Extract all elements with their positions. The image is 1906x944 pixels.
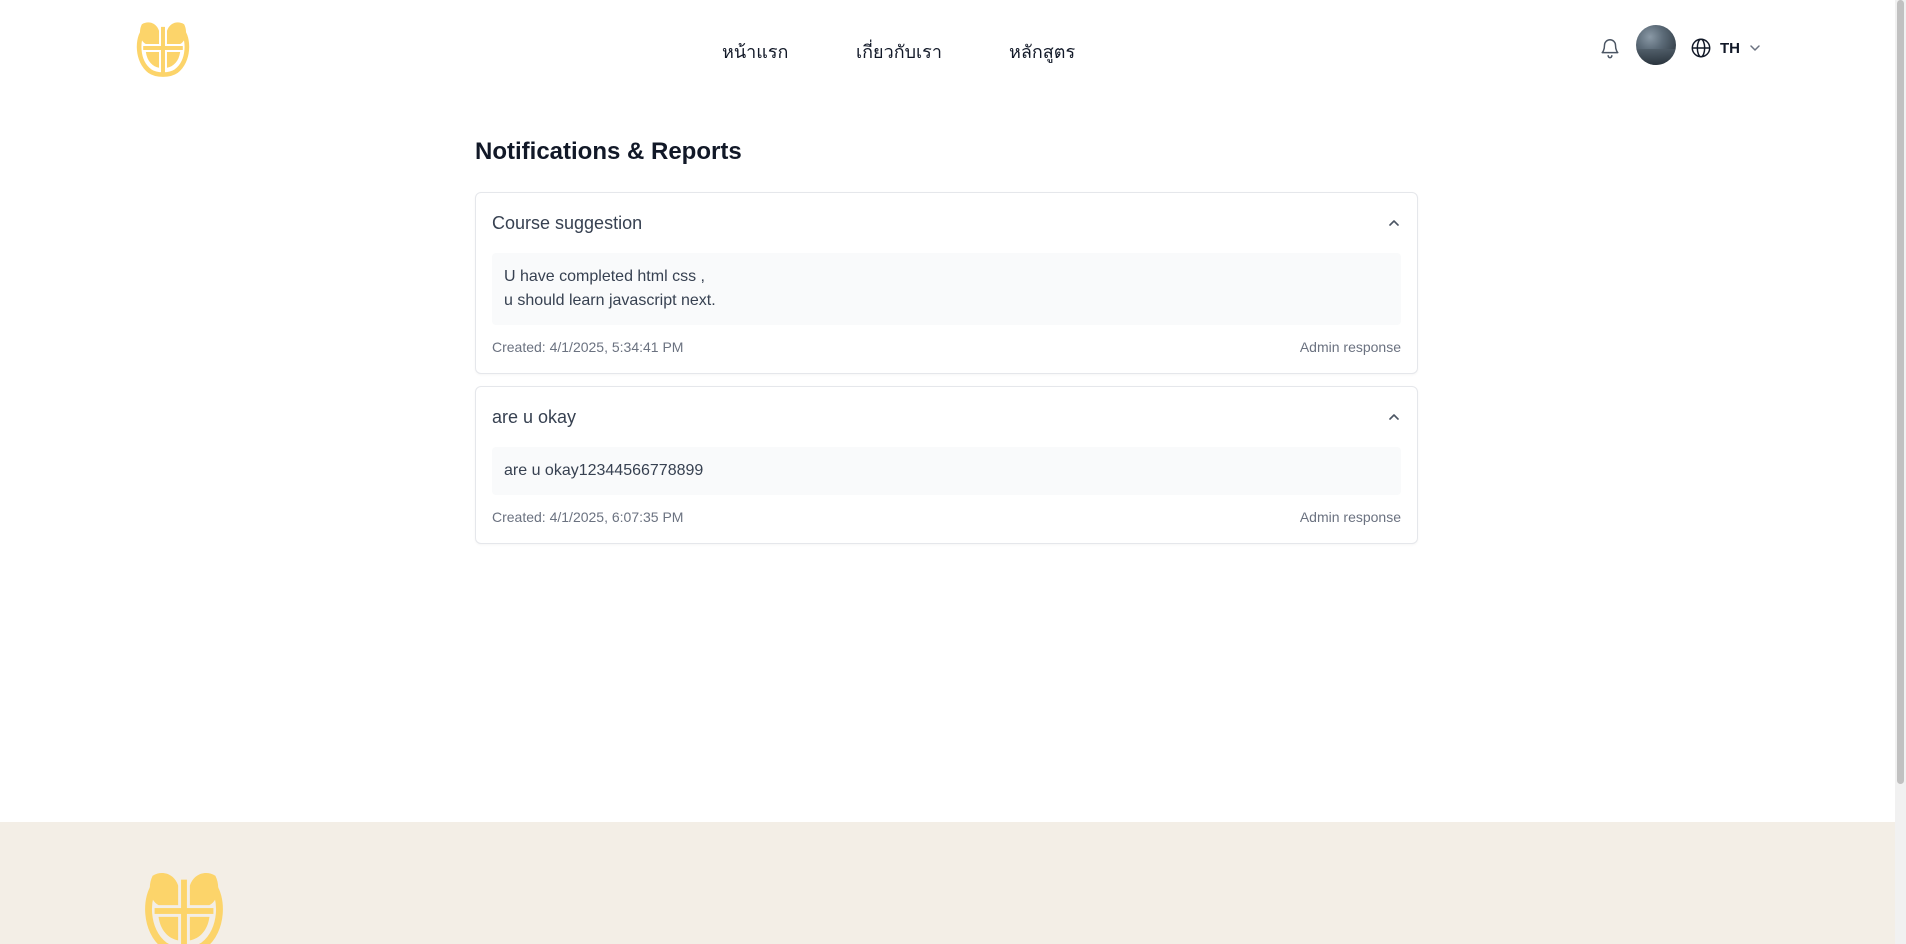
language-label: TH [1720,39,1740,57]
notification-created-date: Created: 4/1/2025, 5:34:41 PM [492,339,684,355]
notification-message-line: U have completed html css , [504,268,705,285]
notification-message: are u okay12344566778899 [492,447,1401,495]
site-footer [0,822,1895,944]
page-title: Notifications & Reports [475,138,742,165]
notification-message-line: are u okay12344566778899 [504,462,704,479]
chevron-down-icon [1750,45,1760,51]
user-avatar[interactable] [1636,25,1676,65]
chevron-up-icon[interactable] [1387,216,1401,230]
notification-title: are u okay [492,407,577,427]
notification-created-date: Created: 4/1/2025, 6:07:35 PM [492,509,684,525]
notification-message: U have completed html css , u should lea… [492,253,1401,325]
language-selector[interactable]: TH [1690,36,1762,60]
nav-item-home[interactable]: หน้าแรก [722,37,788,66]
notification-card: Course suggestion U have completed html … [475,192,1418,374]
notification-card: are u okay are u okay12344566778899 Crea… [475,386,1418,544]
notification-message-line: u should learn javascript next. [504,292,716,309]
nav-item-about[interactable]: เกี่ยวกับเรา [856,37,942,66]
footer-logo-icon [145,873,223,944]
globe-icon [1691,38,1711,58]
notification-card-header[interactable]: Course suggestion [476,193,1417,249]
site-header: หน้าแรก เกี่ยวกับเรา หลักสูตร TH [0,0,1895,96]
notification-card-header[interactable]: are u okay [476,387,1417,443]
notification-footer: Created: 4/1/2025, 5:34:41 PM Admin resp… [492,339,1401,359]
nav-item-courses[interactable]: หลักสูตร [1009,37,1075,66]
scrollbar-thumb[interactable] [1897,0,1904,784]
chevron-up-icon[interactable] [1387,410,1401,424]
notification-type-label: Admin response [1299,509,1401,525]
bell-icon[interactable] [1599,36,1621,60]
notification-type-label: Admin response [1299,339,1401,355]
page-scrollbar[interactable] [1895,0,1906,944]
notification-title: Course suggestion [492,213,643,233]
notification-footer: Created: 4/1/2025, 6:07:35 PM Admin resp… [492,509,1401,529]
